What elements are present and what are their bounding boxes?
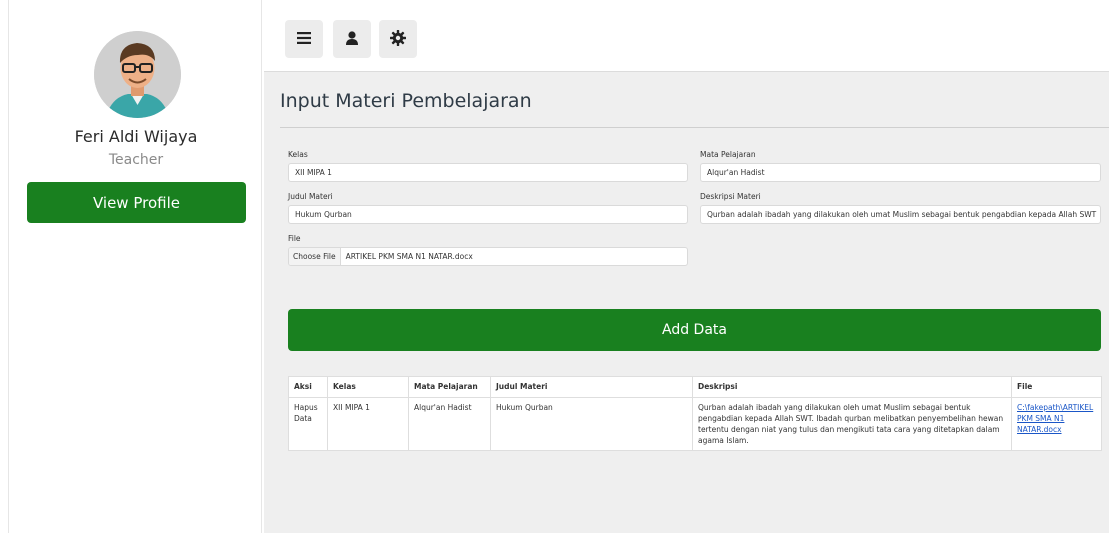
choose-file-button[interactable]: Choose File xyxy=(289,248,341,265)
cell-judul-materi: Hukum Qurban xyxy=(490,397,693,451)
materi-table: Aksi Kelas Mata Pelajaran Judul Materi D… xyxy=(288,376,1102,451)
file-link[interactable]: C:\fakepath\ARTIKEL PKM SMA N1 NATAR.doc… xyxy=(1017,403,1093,434)
deskripsi-materi-input[interactable]: Qurban adalah ibadah yang dilakukan oleh… xyxy=(700,205,1101,224)
user-icon xyxy=(346,30,358,48)
mata-pelajaran-input[interactable]: Alqur'an Hadist xyxy=(700,163,1101,182)
top-toolbar xyxy=(264,0,1109,72)
table-header-row: Aksi Kelas Mata Pelajaran Judul Materi D… xyxy=(288,376,1102,398)
add-data-button[interactable]: Add Data xyxy=(288,309,1101,351)
sidebar: Feri Aldi Wijaya Teacher View Profile xyxy=(8,0,262,533)
main-area: Input Materi Pembelajaran Kelas XII MIPA… xyxy=(264,0,1109,533)
kelas-input[interactable]: XII MIPA 1 xyxy=(288,163,688,182)
user-name: Feri Aldi Wijaya xyxy=(74,127,198,146)
title-divider xyxy=(280,127,1109,128)
file-label: File xyxy=(288,234,301,243)
view-profile-button[interactable]: View Profile xyxy=(27,182,246,223)
cell-kelas: XII MIPA 1 xyxy=(327,397,409,451)
header-aksi: Aksi xyxy=(288,376,328,398)
user-role: Teacher xyxy=(108,152,164,168)
kelas-label: Kelas xyxy=(288,150,308,159)
deskripsi-materi-label: Deskripsi Materi xyxy=(700,192,761,201)
gear-icon xyxy=(390,29,406,49)
page-title: Input Materi Pembelajaran xyxy=(280,90,532,112)
cell-deskripsi: Qurban adalah ibadah yang dilakukan oleh… xyxy=(692,397,1012,451)
file-input[interactable]: Choose File ARTIKEL PKM SMA N1 NATAR.doc… xyxy=(288,247,688,266)
hamburger-menu-icon xyxy=(297,31,311,47)
settings-button[interactable] xyxy=(379,20,417,58)
cell-file: C:\fakepath\ARTIKEL PKM SMA N1 NATAR.doc… xyxy=(1011,397,1102,451)
header-kelas: Kelas xyxy=(327,376,409,398)
cell-mata-pelajaran: Alqur'an Hadist xyxy=(408,397,491,451)
header-judul-materi: Judul Materi xyxy=(490,376,693,398)
header-mata-pelajaran: Mata Pelajaran xyxy=(408,376,491,398)
profile-button[interactable] xyxy=(333,20,371,58)
header-deskripsi: Deskripsi xyxy=(692,376,1012,398)
hapus-data-action[interactable]: Hapus Data xyxy=(288,397,328,451)
table-row: Hapus Data XII MIPA 1 Alqur'an Hadist Hu… xyxy=(288,397,1102,451)
content-panel: Input Materi Pembelajaran Kelas XII MIPA… xyxy=(264,72,1109,533)
mata-pelajaran-label: Mata Pelajaran xyxy=(700,150,756,159)
header-file: File xyxy=(1011,376,1102,398)
avatar xyxy=(94,31,181,118)
judul-materi-label: Judul Materi xyxy=(288,192,333,201)
menu-toggle-button[interactable] xyxy=(285,20,323,58)
judul-materi-input[interactable]: Hukum Qurban xyxy=(288,205,688,224)
avatar-image xyxy=(94,31,181,118)
selected-file-name: ARTIKEL PKM SMA N1 NATAR.docx xyxy=(345,252,473,261)
